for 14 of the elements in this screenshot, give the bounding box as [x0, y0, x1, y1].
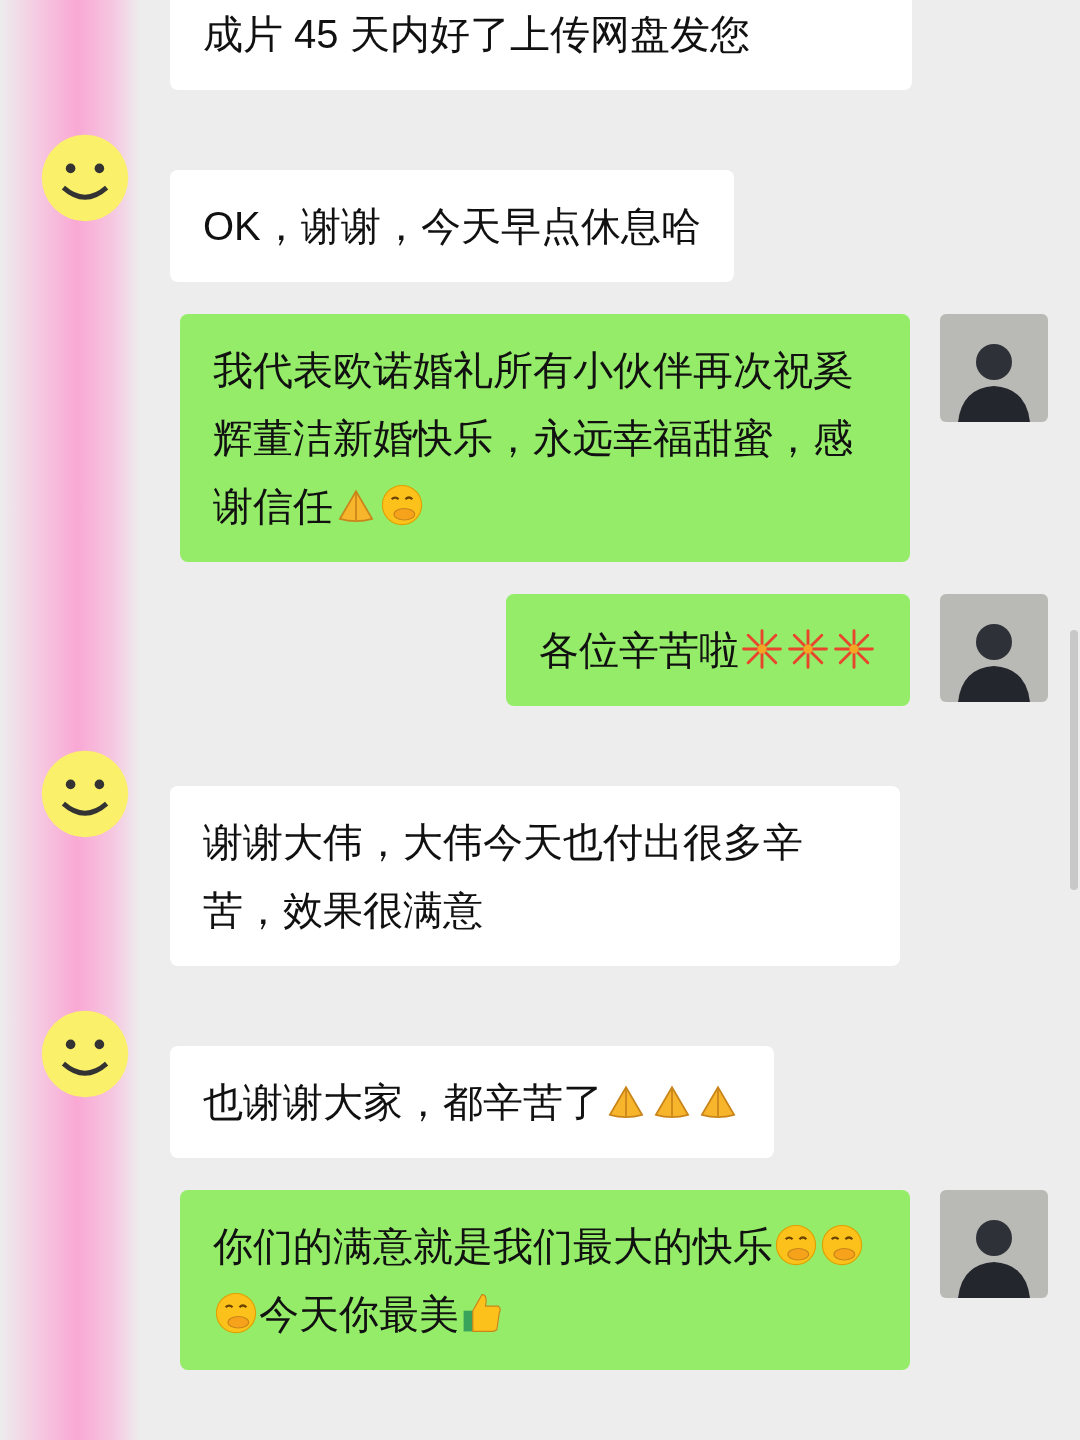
hand-over-mouth-emoji-icon — [773, 1222, 819, 1268]
sent-message-bubble: 我代表欧诺婚礼所有小伙伴再次祝奚辉董洁新婚快乐，永远幸福甜蜜，感谢信任 — [180, 314, 910, 562]
sent-message-bubble: 你们的满意就是我们最大的快乐 今天你最美 — [180, 1190, 910, 1370]
fireworks-icon — [785, 626, 831, 672]
hand-over-mouth-emoji-icon — [213, 1290, 259, 1336]
hand-over-mouth-emoji-icon — [819, 1222, 865, 1268]
fireworks-icon — [739, 626, 785, 672]
received-message-bubble: OK，谢谢，今天早点休息哈 — [170, 170, 734, 282]
received-message-bubble: 谢谢大伟，大伟今天也付出很多辛苦，效果很满意 — [170, 786, 900, 966]
fireworks-icon — [831, 626, 877, 672]
sent-message-bubble: 各位辛苦啦 — [506, 594, 910, 706]
received-message-bubble: 成片 45 天内好了上传网盘发您 — [170, 0, 912, 90]
received-message-bubble: 也谢谢大家，都辛苦了 — [170, 1046, 774, 1158]
hand-over-mouth-emoji-icon — [379, 482, 425, 528]
